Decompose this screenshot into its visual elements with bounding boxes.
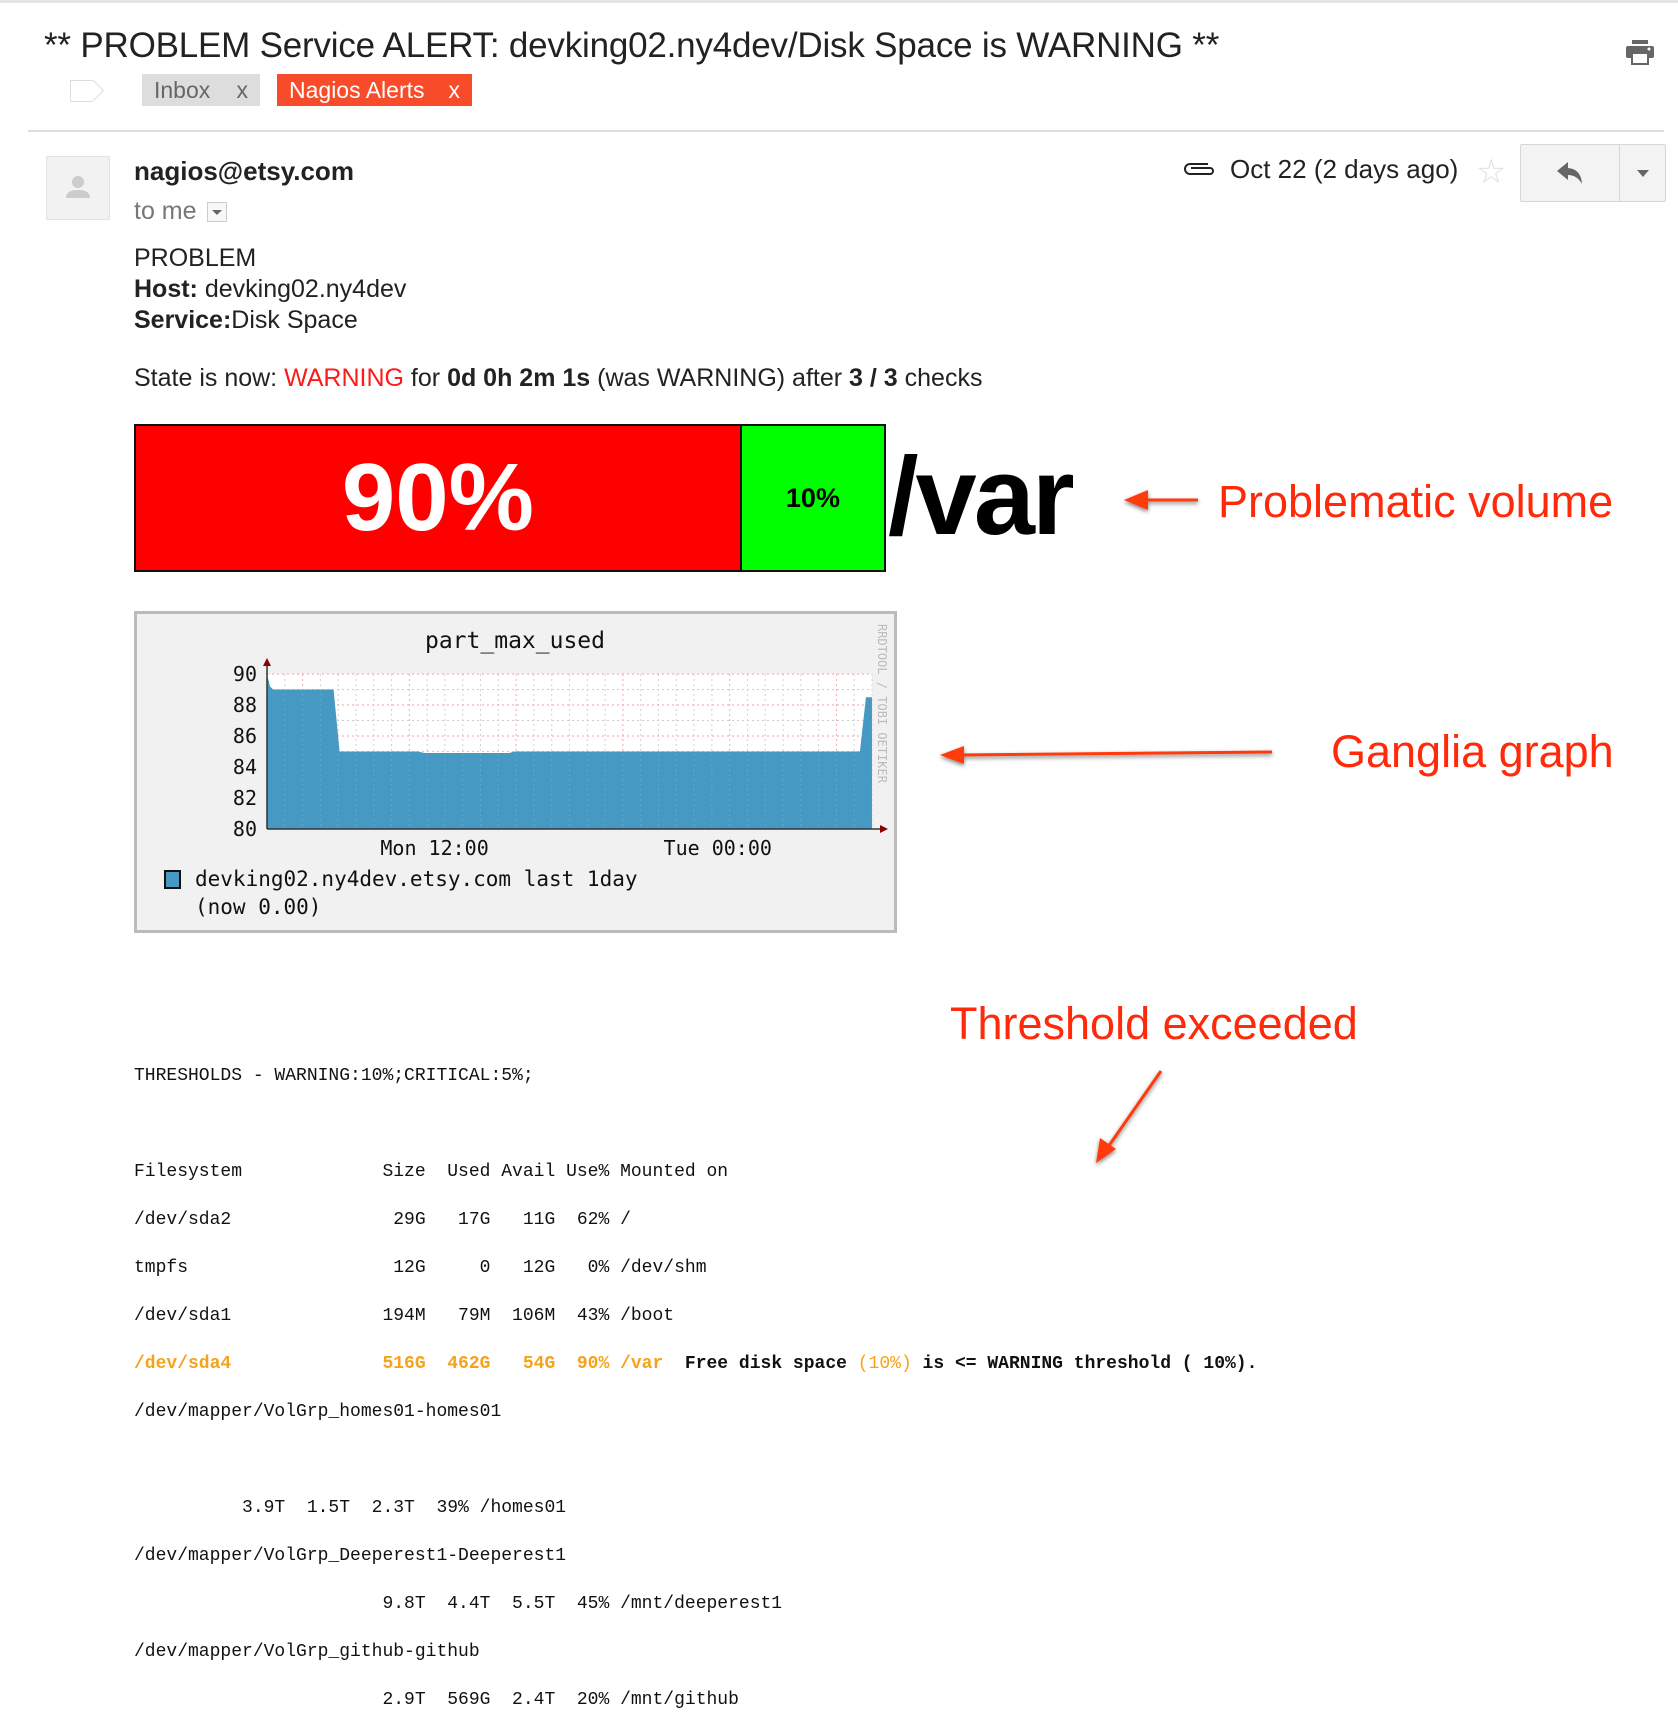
service-line: Service:Disk Space [134,305,406,336]
state-line: State is now: WARNING for 0d 0h 2m 1s (w… [134,364,982,393]
state-value: WARNING [284,364,404,392]
legend-now: (now 0.00) [195,895,321,919]
df-row: 3.9T 1.5T 2.3T 39% /homes01 [134,1498,567,1518]
recipient-text: to me [134,197,197,225]
legend-swatch [164,870,181,889]
arrow-problematic-volume [1124,490,1198,510]
df-row: /dev/mapper/VolGrp_Deeperest1-Deeperest1 [134,1546,567,1566]
chart-x-ticks: Mon 12:00 Tue 00:00 [380,836,772,860]
service-value: Disk Space [231,306,358,334]
used-segment: 90% [136,426,742,570]
email-date: Oct 22 (2 days ago) [1230,154,1459,184]
person-icon [66,176,90,198]
y-tick-label: 86 [233,724,257,748]
df-row: /dev/sda2 29G 17G 11G 62% / [134,1210,631,1230]
label-inbox-text: Inbox [154,77,211,103]
checks-suffix: checks [897,364,983,392]
arrow-ganglia-graph [940,746,1273,764]
x-tick-label: Tue 00:00 [664,836,772,860]
remove-label-inbox-button[interactable]: x [237,74,249,106]
y-tick-label: 80 [233,817,257,841]
more-options-button[interactable] [1620,145,1665,201]
paperclip-icon [1182,154,1216,185]
email-subject: ** PROBLEM Service ALERT: devking02.ny4d… [44,26,1220,65]
remove-label-nagios-button[interactable]: x [449,74,461,106]
annotation-ganglia-graph: Ganglia graph [1331,726,1614,777]
host-label: Host: [134,275,198,303]
df-row: /dev/mapper/VolGrp_homes01-homes01 [134,1402,502,1422]
y-tick-label: 84 [233,755,257,779]
label-nagios-alerts[interactable]: Nagios Alerts x [277,74,472,106]
df-row: /dev/sda1 194M 79M 106M 43% /boot [134,1306,675,1326]
label-tag-icon[interactable] [70,80,93,102]
df-output: THRESHOLDS - WARNING:10%;CRITICAL:5%; Fi… [134,1040,1257,1736]
star-icon[interactable]: ☆ [1476,152,1506,192]
df-row: tmpfs 12G 0 12G 0% /dev/shm [134,1258,707,1278]
dropdown-icon [1636,169,1649,177]
warn-row-values: /dev/sda4 516G 462G 54G 90% /var [134,1354,664,1374]
chart-svg: part_max_used 80 82 84 86 88 90 Mon 12:00 Tue … [164,624,889,919]
message-body: PROBLEM Host: devking02.ny4dev Service:D… [134,243,406,336]
warn-msg-suffix: is <= WARNING threshold ( 10%). [911,1354,1258,1374]
state-for: for [403,364,448,392]
y-tick-label: 90 [233,662,257,686]
sender-avatar[interactable] [46,156,110,220]
y-tick-label: 82 [233,786,257,810]
date-area: Oct 22 (2 days ago) [1182,154,1458,185]
reply-icon [1557,162,1582,184]
warn-msg-pct: (10%) [857,1354,912,1374]
x-axis-arrow [880,825,888,833]
state-prefix: State is now: [134,364,285,392]
label-inbox[interactable]: Inbox x [142,74,260,106]
df-header: Filesystem Size Used Avail Use% Mounted … [134,1162,729,1182]
chart-y-ticks: 80 82 84 86 88 90 [233,662,257,841]
y-axis-arrow [263,658,271,666]
legend-label: devking02.ny4dev.etsy.com last 1day [195,867,638,891]
print-icon[interactable] [1626,40,1654,66]
host-value: devking02.ny4dev [197,275,407,303]
label-nagios-alerts-text: Nagios Alerts [289,77,425,103]
rrdtool-watermark: RRDTOOL / TOBI OETIKER [875,624,889,784]
disk-usage-bar: 90% 10% [134,424,886,572]
df-row-warning: /dev/sda4 516G 462G 54G 90% /var Free di… [134,1352,1257,1376]
annotation-problematic-volume: Problematic volume [1218,476,1614,527]
host-line: Host: devking02.ny4dev [134,274,406,305]
sender-email[interactable]: nagios@etsy.com [134,156,354,187]
recipient-details-dropdown[interactable] [206,201,227,222]
y-tick-label: 88 [233,693,257,717]
state-was: (was WARNING) after [590,364,850,392]
header-divider [28,130,1664,132]
x-tick-label: Mon 12:00 [380,836,488,860]
state-duration: 0d 0h 2m 1s [447,364,591,392]
check-count: 3 / 3 [849,364,898,392]
problem-line: PROBLEM [134,244,257,272]
service-label: Service: [134,306,232,334]
warn-msg-prefix: Free disk space [663,1354,858,1374]
df-row: 2.9T 569G 2.4T 20% /mnt/github [134,1690,739,1710]
free-segment: 10% [741,426,884,570]
chart-title: part_max_used [425,628,605,654]
volume-name: /var [888,435,1075,558]
thresholds-line: THRESHOLDS - WARNING:10%;CRITICAL:5%; [134,1066,534,1086]
recipient-line: to me [134,197,227,226]
top-border [0,0,1678,3]
df-row: 9.8T 4.4T 5.5T 45% /mnt/deeperest1 [134,1594,783,1614]
reply-button[interactable] [1521,145,1620,201]
reply-button-group [1520,144,1666,202]
df-row: /dev/mapper/VolGrp_github-github [134,1642,480,1662]
ganglia-graph[interactable]: part_max_used 80 82 84 86 88 90 Mon 12:00 Tue … [134,611,897,933]
